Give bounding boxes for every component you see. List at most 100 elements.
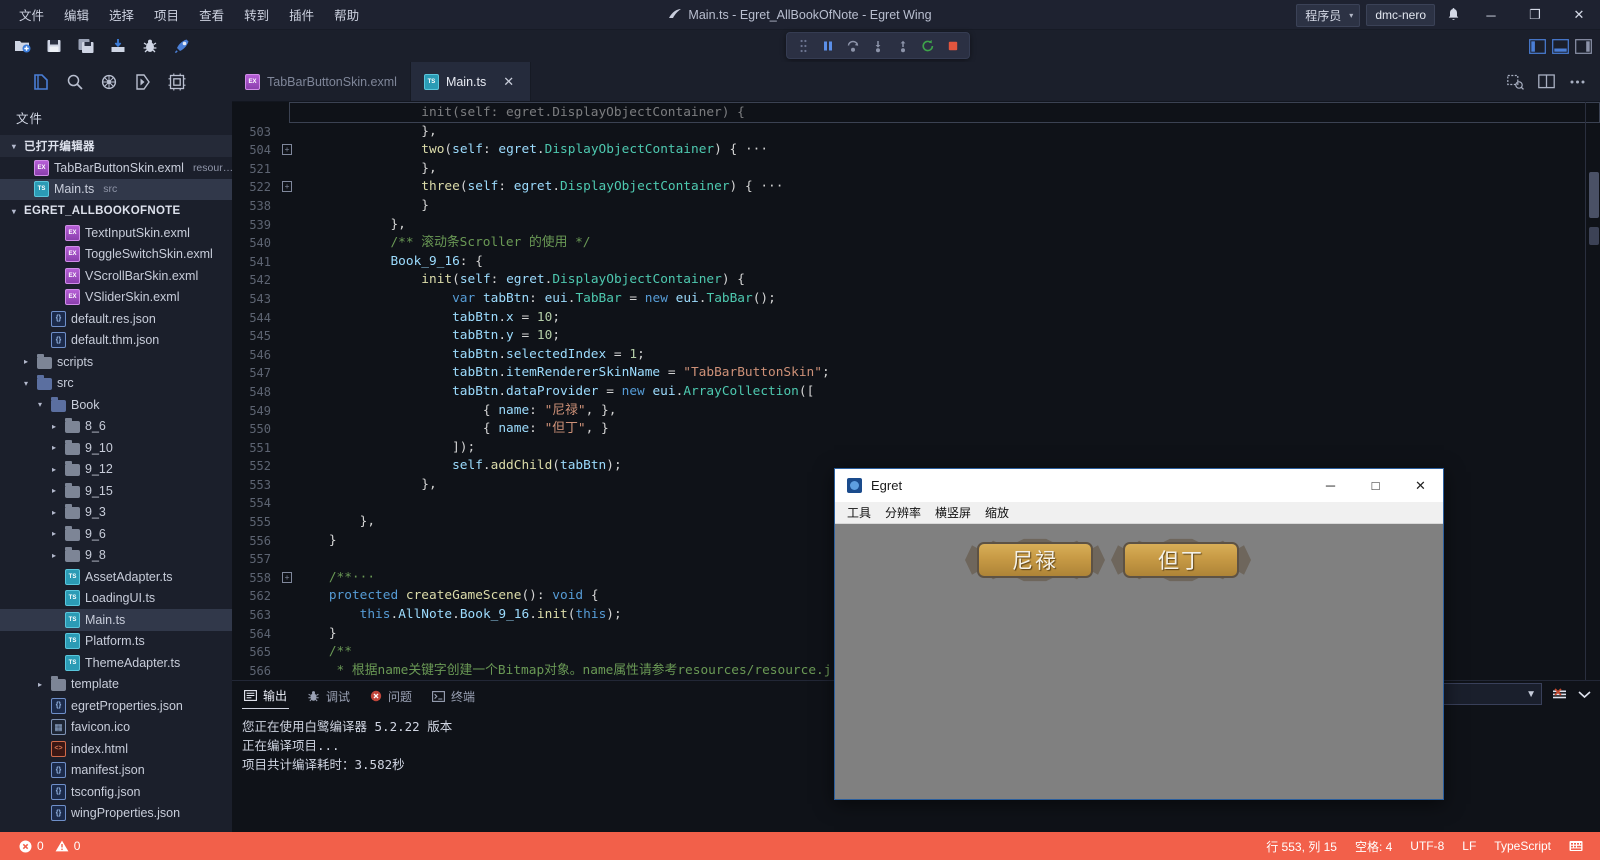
tab-tabbarbuttonskin-exml[interactable]: TabBarButtonSkin.exml bbox=[232, 62, 411, 101]
code-line[interactable]: 548 tabBtn.dataProvider = new eui.ArrayC… bbox=[232, 383, 1600, 402]
new-file-icon[interactable] bbox=[8, 33, 36, 59]
tab-close-icon[interactable]: ✕ bbox=[503, 74, 514, 90]
file-explorer-sidebar[interactable]: 文件 已打开编辑器 TabBarButtonSkin.exml resour… … bbox=[0, 102, 232, 832]
tree-item-platform-ts[interactable]: Platform.ts bbox=[0, 631, 232, 653]
tab-main-ts[interactable]: Main.ts ✕ bbox=[410, 62, 531, 101]
code-line[interactable]: 551 ]); bbox=[232, 439, 1600, 458]
bell-icon[interactable] bbox=[1441, 8, 1466, 22]
code-line[interactable]: 504 + two(self: egret.DisplayObjectContai… bbox=[232, 141, 1600, 160]
chevron-right-icon[interactable] bbox=[48, 422, 60, 431]
chevron-right-icon[interactable] bbox=[48, 486, 60, 495]
tree-item-manifest-json[interactable]: manifest.json bbox=[0, 760, 232, 782]
source-control-icon[interactable] bbox=[132, 71, 154, 93]
code-line[interactable]: 522 + three(self: egret.DisplayObjectCont… bbox=[232, 178, 1600, 197]
code-line[interactable]: 549 { name: "尼禄", }, bbox=[232, 402, 1600, 421]
window-close-button[interactable]: ✕ bbox=[1560, 0, 1598, 30]
tree-item-favicon-ico[interactable]: favicon.ico bbox=[0, 717, 232, 739]
egret-close-button[interactable]: ✕ bbox=[1398, 469, 1443, 502]
code-line[interactable]: 546 tabBtn.selectedIndex = 1; bbox=[232, 346, 1600, 365]
tree-item-toggleswitchskin-exml[interactable]: ToggleSwitchSkin.exml bbox=[0, 244, 232, 266]
egret-menu-orientation[interactable]: 横竖屏 bbox=[935, 504, 971, 521]
code-line[interactable]: 541 Book_9_16: { bbox=[232, 253, 1600, 272]
menu-edit[interactable]: 编辑 bbox=[55, 1, 98, 28]
tree-item-vsliderskin-exml[interactable]: VSliderSkin.exml bbox=[0, 287, 232, 309]
save-all-icon[interactable] bbox=[72, 33, 100, 59]
status-indentation[interactable]: 空格: 4 bbox=[1346, 832, 1401, 860]
tree-item-vscrollbarskin-exml[interactable]: VScrollBarSkin.exml bbox=[0, 265, 232, 287]
chevron-right-icon[interactable] bbox=[34, 680, 46, 689]
chevron-right-icon[interactable] bbox=[48, 443, 60, 452]
egret-menu-scale[interactable]: 缩放 bbox=[985, 504, 1009, 521]
egret-menu-tools[interactable]: 工具 bbox=[847, 504, 871, 521]
code-line[interactable]: 550 { name: "但丁", } bbox=[232, 420, 1600, 439]
run-icon[interactable] bbox=[168, 33, 196, 59]
publish-icon[interactable] bbox=[104, 33, 132, 59]
panel-tab-terminal[interactable]: 终端 bbox=[430, 684, 477, 709]
code-line[interactable]: 540 /** 滚动条Scroller 的使用 */ bbox=[232, 234, 1600, 253]
open-editor-main-ts[interactable]: Main.ts src bbox=[0, 178, 232, 200]
editor-vertical-scrollbar[interactable] bbox=[1588, 102, 1600, 680]
status-encoding[interactable]: UTF-8 bbox=[1401, 832, 1453, 860]
status-cursor-position[interactable]: 行 553, 列 15 bbox=[1257, 832, 1346, 860]
step-into-icon[interactable] bbox=[866, 35, 890, 57]
project-file-tree[interactable]: TextInputSkin.exml ToggleSwitchSkin.exml V… bbox=[0, 222, 232, 824]
code-line[interactable]: 521 }, bbox=[232, 160, 1600, 179]
tree-item-src[interactable]: src bbox=[0, 373, 232, 395]
drag-grip-icon[interactable] bbox=[791, 35, 815, 57]
code-line[interactable]: init(self: egret.DisplayObjectContainer)… bbox=[232, 104, 1600, 123]
username-badge[interactable]: dmc-nero bbox=[1366, 4, 1435, 26]
window-minimize-button[interactable]: ─ bbox=[1472, 0, 1510, 30]
menu-file[interactable]: 文件 bbox=[10, 1, 53, 28]
fold-expand-icon[interactable]: + bbox=[280, 178, 294, 197]
fold-expand-icon[interactable]: + bbox=[280, 141, 294, 160]
code-line[interactable]: 543 var tabBtn: eui.TabBar = new eui.Tab… bbox=[232, 290, 1600, 309]
debug-icon[interactable] bbox=[98, 71, 120, 93]
egret-menu-resolution[interactable]: 分辨率 bbox=[885, 504, 921, 521]
tree-item-book[interactable]: Book bbox=[0, 394, 232, 416]
code-line[interactable]: 538 } bbox=[232, 197, 1600, 216]
egret-maximize-button[interactable]: □ bbox=[1353, 469, 1398, 502]
tree-item-themeadapter-ts[interactable]: ThemeAdapter.ts bbox=[0, 652, 232, 674]
code-line[interactable]: 542 init(self: egret.DisplayObjectContai… bbox=[232, 271, 1600, 290]
toggle-right-panel-icon[interactable] bbox=[1575, 38, 1592, 54]
chevron-down-icon[interactable] bbox=[34, 400, 46, 409]
tree-item-assetadapter-ts[interactable]: AssetAdapter.ts bbox=[0, 566, 232, 588]
search-icon[interactable] bbox=[64, 71, 86, 93]
open-editor-tabbarbuttonskin[interactable]: TabBarButtonSkin.exml resour… bbox=[0, 157, 232, 179]
menu-selection[interactable]: 选择 bbox=[100, 1, 143, 28]
tree-item-9-8[interactable]: 9_8 bbox=[0, 545, 232, 567]
tree-item-tsconfig-json[interactable]: tsconfig.json bbox=[0, 781, 232, 803]
chevron-right-icon[interactable] bbox=[48, 529, 60, 538]
split-editor-icon[interactable] bbox=[1538, 74, 1555, 89]
menu-goto[interactable]: 转到 bbox=[235, 1, 278, 28]
tree-item-default-res-json[interactable]: default.res.json bbox=[0, 308, 232, 330]
panel-tab-debug[interactable]: 调试 bbox=[305, 684, 352, 709]
save-icon[interactable] bbox=[40, 33, 68, 59]
extensions-icon[interactable] bbox=[166, 71, 188, 93]
tree-item-egretproperties-json[interactable]: egretProperties.json bbox=[0, 695, 232, 717]
tabbar-button-1[interactable]: 但丁 bbox=[1111, 537, 1251, 583]
fold-expand-icon[interactable]: + bbox=[280, 569, 294, 588]
step-over-icon[interactable] bbox=[841, 35, 865, 57]
restart-icon[interactable] bbox=[916, 35, 940, 57]
chevron-right-icon[interactable] bbox=[48, 551, 60, 560]
role-selector[interactable]: 程序员 ▾ bbox=[1296, 3, 1361, 27]
sidebar-section-project[interactable]: EGRET_ALLBOOKOFNOTE bbox=[0, 200, 232, 222]
status-eol[interactable]: LF bbox=[1453, 832, 1485, 860]
tree-item-index-html[interactable]: index.html bbox=[0, 738, 232, 760]
code-line[interactable]: 547 tabBtn.itemRendererSkinName = "TabBa… bbox=[232, 364, 1600, 383]
tree-item-9-12[interactable]: 9_12 bbox=[0, 459, 232, 481]
chevron-right-icon[interactable] bbox=[48, 465, 60, 474]
toggle-panel-icon[interactable] bbox=[1552, 38, 1569, 54]
code-line[interactable]: 503 }, bbox=[232, 123, 1600, 142]
panel-tab-output[interactable]: 输出 bbox=[242, 683, 290, 709]
menu-help[interactable]: 帮助 bbox=[325, 1, 368, 28]
explorer-icon[interactable] bbox=[30, 71, 52, 93]
tree-item-9-15[interactable]: 9_15 bbox=[0, 480, 232, 502]
sidebar-section-open-editors[interactable]: 已打开编辑器 bbox=[0, 135, 232, 157]
debug-icon[interactable] bbox=[136, 33, 164, 59]
code-line[interactable]: 539 }, bbox=[232, 216, 1600, 235]
tree-item-loadingui-ts[interactable]: LoadingUI.ts bbox=[0, 588, 232, 610]
tree-item-main-ts[interactable]: Main.ts bbox=[0, 609, 232, 631]
status-language-mode[interactable]: TypeScript bbox=[1485, 832, 1560, 860]
